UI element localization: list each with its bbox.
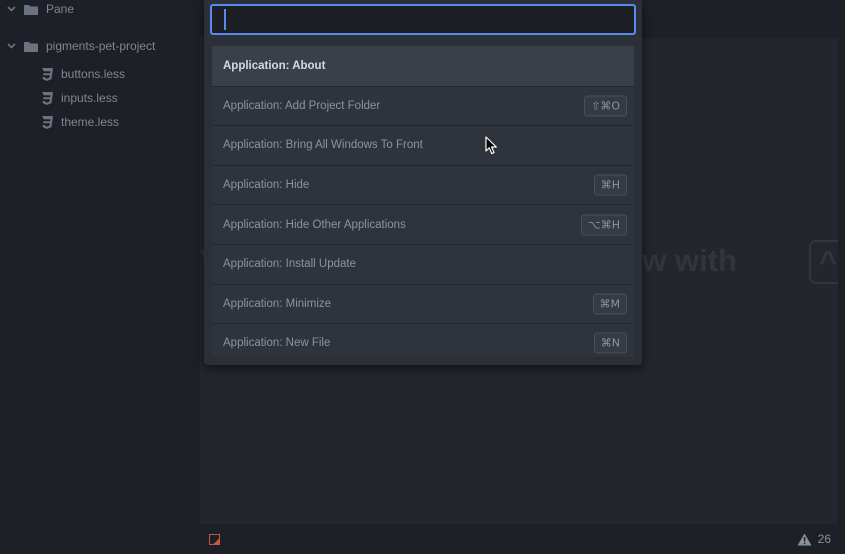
tree-item-project-root[interactable]: pigments-pet-project <box>6 37 155 55</box>
text-caret <box>224 9 226 30</box>
mouse-pointer-icon <box>485 136 497 155</box>
command-label: Application: About <box>223 60 326 73</box>
tree-item-label: Pane <box>46 2 75 16</box>
css3-icon <box>41 115 53 129</box>
command-label: Application: New File <box>223 337 331 350</box>
linter-warnings[interactable]: 26 <box>797 532 831 546</box>
warning-icon <box>797 533 812 545</box>
command-palette: Application: About Application: Add Proj… <box>204 0 642 365</box>
command-item[interactable]: Application: Minimize ⌘M <box>212 283 634 324</box>
command-label: Application: Bring All Windows To Front <box>223 139 423 152</box>
tree-item-file[interactable]: buttons.less <box>41 65 125 83</box>
tree-item-label: buttons.less <box>61 67 126 81</box>
tree-item-label: theme.less <box>61 115 120 129</box>
command-item[interactable]: Application: About <box>212 46 634 86</box>
tree-item-file[interactable]: inputs.less <box>41 89 118 107</box>
css3-icon <box>41 67 53 81</box>
command-search-input[interactable] <box>210 4 636 35</box>
tree-item-label: inputs.less <box>61 91 118 105</box>
command-label: Application: Hide <box>223 179 310 192</box>
chevron-down-icon[interactable] <box>6 4 16 14</box>
css3-icon <box>41 91 53 105</box>
folder-icon <box>24 41 38 52</box>
editor-gutter-right <box>838 38 845 524</box>
tree-item-pane[interactable]: Pane <box>6 0 74 18</box>
warning-count: 26 <box>817 532 831 546</box>
tree-item-label: pigments-pet-project <box>46 39 156 53</box>
command-item[interactable]: Application: Hide ⌘H <box>212 164 634 205</box>
command-keybinding: ⌘M <box>592 293 627 315</box>
chevron-down-icon[interactable] <box>6 41 16 51</box>
command-item[interactable]: Application: Bring All Windows To Front <box>212 125 634 165</box>
command-item[interactable]: Application: New File ⌘N <box>212 323 634 357</box>
command-keybinding: ⇧⌘O <box>584 95 627 117</box>
command-keybinding: ⌥⌘H <box>581 214 627 236</box>
folder-icon <box>24 4 38 15</box>
tree-view: Pane pigments-pet-project buttons.less i… <box>0 0 200 554</box>
command-label: Application: Hide Other Applications <box>223 218 406 231</box>
command-item[interactable]: Application: Install Update <box>212 243 634 284</box>
command-label: Application: Minimize <box>223 297 332 310</box>
command-keybinding: ⌘H <box>593 174 627 196</box>
pigments-icon[interactable] <box>209 534 220 545</box>
command-keybinding: ⌘N <box>593 332 627 354</box>
tree-item-file[interactable]: theme.less <box>41 113 119 131</box>
command-label: Application: Add Project Folder <box>223 99 381 112</box>
command-item[interactable]: Application: Hide Other Applications ⌥⌘H <box>212 204 634 244</box>
command-list: Application: About Application: Add Proj… <box>212 46 634 357</box>
status-bar: 26 <box>200 524 845 554</box>
background-tip-keybinding: ^0 <box>809 240 838 284</box>
command-label: Application: Install Update <box>223 258 356 271</box>
command-item[interactable]: Application: Add Project Folder ⇧⌘O <box>212 85 634 126</box>
